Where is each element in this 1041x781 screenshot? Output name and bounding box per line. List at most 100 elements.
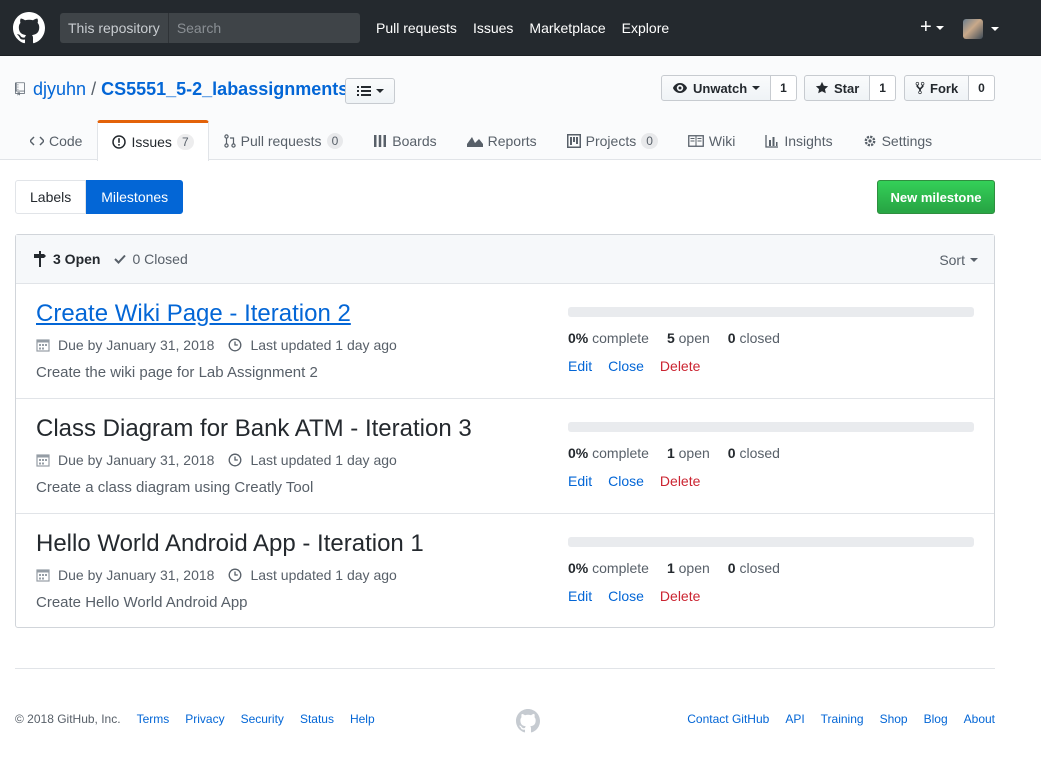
header-nav: Pull requests Issues Marketplace Explore xyxy=(376,20,685,36)
tab-issues[interactable]: Issues 7 xyxy=(97,120,209,161)
star-button[interactable]: Star xyxy=(804,75,871,101)
search-input[interactable]: Search xyxy=(169,20,221,36)
nav-marketplace[interactable]: Marketplace xyxy=(529,20,605,36)
unwatch-button[interactable]: Unwatch xyxy=(661,75,772,101)
percent-value: 0% xyxy=(568,560,589,576)
github-mark-icon[interactable] xyxy=(516,709,540,733)
project-icon xyxy=(566,133,581,148)
repo-header: djyuhn / CS5551_5-2_labassignments Unwat… xyxy=(0,56,1041,161)
milestone-meta: Due by January 31, 2018 Last updated 1 d… xyxy=(36,567,397,583)
avatar[interactable] xyxy=(963,19,983,39)
closed-milestones-link[interactable]: 0 Closed xyxy=(114,251,188,267)
delete-link[interactable]: Delete xyxy=(660,588,700,604)
footer-link-terms[interactable]: Terms xyxy=(137,712,170,726)
edit-link[interactable]: Edit xyxy=(568,358,592,374)
forks-count[interactable]: 0 xyxy=(969,75,995,101)
delete-link[interactable]: Delete xyxy=(660,473,700,489)
milestone-due-date: Due by January 31, 2018 xyxy=(58,337,215,353)
graph-icon xyxy=(466,136,483,147)
footer-link-shop[interactable]: Shop xyxy=(880,712,908,726)
footer-divider xyxy=(15,668,995,669)
closed-issues-link[interactable]: 0 closed xyxy=(728,560,780,576)
edit-link[interactable]: Edit xyxy=(568,588,592,604)
calendar-icon xyxy=(36,454,50,467)
milestone-title-link[interactable]: Hello World Android App - Iteration 1 xyxy=(36,530,424,558)
search-scope-label: This repository xyxy=(60,13,169,43)
fork-button[interactable]: Fork xyxy=(904,75,970,101)
tab-label: Boards xyxy=(392,132,437,149)
fork-icon xyxy=(915,81,925,95)
footer-link-training[interactable]: Training xyxy=(821,712,864,726)
unwatch-label: Unwatch xyxy=(693,80,748,96)
open-label: open xyxy=(678,560,710,576)
open-issues-link[interactable]: 1 open xyxy=(667,560,710,576)
milestone-row: Create Wiki Page - Iteration 2 Due by Ja… xyxy=(16,284,994,399)
footer-link-help[interactable]: Help xyxy=(350,712,375,726)
closed-issues-link[interactable]: 0 closed xyxy=(728,445,780,461)
open-issues-link[interactable]: 5 open xyxy=(667,330,710,346)
stars-count[interactable]: 1 xyxy=(870,75,896,101)
fork-group: Fork 0 xyxy=(904,75,995,101)
percent-complete: 0% complete xyxy=(568,445,649,461)
chevron-down-icon[interactable] xyxy=(991,27,999,31)
footer-link-api[interactable]: API xyxy=(785,712,804,726)
tab-settings[interactable]: Settings xyxy=(848,120,948,160)
footer-link-privacy[interactable]: Privacy xyxy=(185,712,224,726)
milestone-actions: Edit Close Delete xyxy=(568,588,716,604)
footer-copyright: © 2018 GitHub, Inc. xyxy=(15,712,121,726)
closed-count-label: 0 Closed xyxy=(132,251,188,267)
tab-code[interactable]: Code xyxy=(15,120,97,160)
milestone-progress-bar xyxy=(568,537,974,547)
milestone-title-link[interactable]: Class Diagram for Bank ATM - Iteration 3 xyxy=(36,415,472,443)
milestone-title-link[interactable]: Create Wiki Page - Iteration 2 xyxy=(36,300,351,328)
edit-link[interactable]: Edit xyxy=(568,473,592,489)
tab-pull-requests[interactable]: Pull requests 0 xyxy=(209,120,359,160)
milestones-list-header: 3 Open 0 Closed Sort xyxy=(16,235,994,284)
footer-link-status[interactable]: Status xyxy=(300,712,334,726)
nav-issues[interactable]: Issues xyxy=(473,20,513,36)
footer-link-security[interactable]: Security xyxy=(241,712,284,726)
nav-explore[interactable]: Explore xyxy=(622,20,669,36)
footer-link-contact[interactable]: Contact GitHub xyxy=(687,712,769,726)
plus-icon: + xyxy=(920,16,932,38)
footer-link-about[interactable]: About xyxy=(964,712,995,726)
milestone-updated: Last updated 1 day ago xyxy=(228,567,397,583)
footer-link-blog[interactable]: Blog xyxy=(924,712,948,726)
repo-name-link[interactable]: CS5551_5-2_labassignments xyxy=(101,79,348,99)
tab-wiki[interactable]: Wiki xyxy=(673,120,750,160)
clock-icon xyxy=(229,338,242,352)
closed-count: 0 xyxy=(727,330,736,346)
new-milestone-button[interactable]: New milestone xyxy=(877,180,995,214)
close-link[interactable]: Close xyxy=(608,358,644,374)
close-link[interactable]: Close xyxy=(608,588,644,604)
repo-owner-link[interactable]: djyuhn xyxy=(33,79,86,99)
tab-boards[interactable]: Boards xyxy=(358,120,451,160)
github-logo-icon[interactable] xyxy=(13,12,45,44)
labels-link[interactable]: Labels xyxy=(15,180,87,214)
milestone-due-date: Due by January 31, 2018 xyxy=(58,452,215,468)
open-issues-link[interactable]: 1 open xyxy=(667,445,710,461)
book-icon xyxy=(688,134,704,147)
closed-issues-link[interactable]: 0 closed xyxy=(728,330,780,346)
tab-label: Settings xyxy=(881,132,933,149)
tab-label: Reports xyxy=(487,132,537,149)
repo-tabs: Code Issues 7 Pull requests 0 Boards Rep… xyxy=(15,120,948,161)
repo-menu-button[interactable] xyxy=(345,78,395,104)
delete-link[interactable]: Delete xyxy=(660,358,700,374)
open-milestones-link[interactable]: 3 Open xyxy=(33,251,100,267)
watchers-count[interactable]: 1 xyxy=(771,75,797,101)
tab-label: Projects xyxy=(585,132,637,149)
create-new-dropdown[interactable]: + xyxy=(920,16,944,38)
repo-title: djyuhn / CS5551_5-2_labassignments xyxy=(33,79,348,100)
milestone-meta: Due by January 31, 2018 Last updated 1 d… xyxy=(36,337,397,353)
milestones-link[interactable]: Milestones xyxy=(86,180,184,214)
tab-insights[interactable]: Insights xyxy=(750,120,847,160)
close-link[interactable]: Close xyxy=(608,473,644,489)
milestone-description: Create a class diagram using Creatly Too… xyxy=(36,479,314,496)
tab-label: Code xyxy=(49,132,83,149)
nav-pull-requests[interactable]: Pull requests xyxy=(376,20,457,36)
tab-projects[interactable]: Projects 0 xyxy=(552,120,673,160)
milestone-description: Create the wiki page for Lab Assignment … xyxy=(36,364,318,381)
tab-reports[interactable]: Reports xyxy=(452,120,552,160)
sort-dropdown[interactable]: Sort xyxy=(939,252,978,268)
